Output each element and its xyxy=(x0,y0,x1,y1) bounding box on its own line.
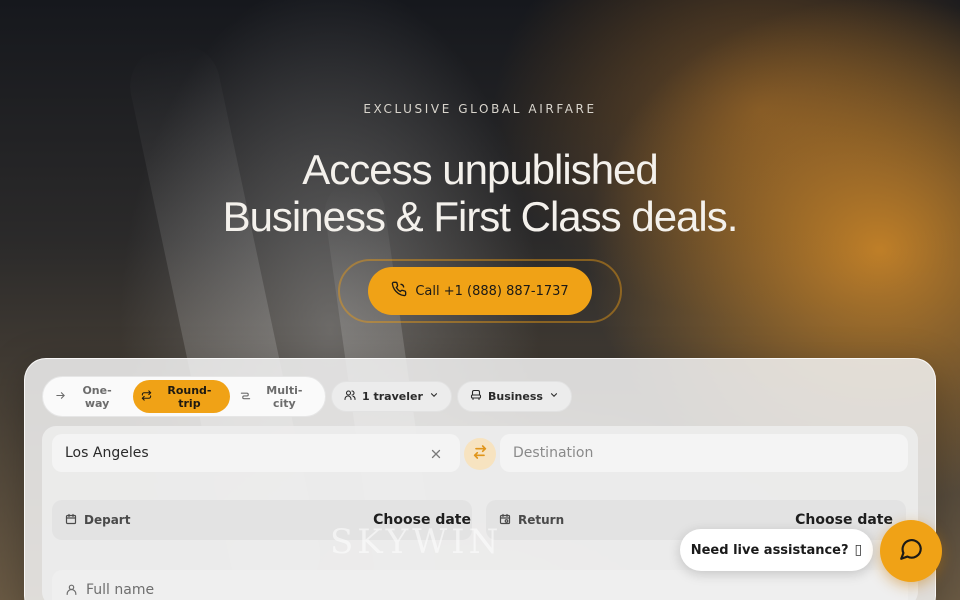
calendar-icon xyxy=(65,513,77,528)
live-assistance-bubble[interactable]: Need live assistance? ▯ xyxy=(680,529,873,571)
trip-type-round-trip[interactable]: Round-trip xyxy=(133,380,230,413)
chat-bubble-icon xyxy=(898,536,924,566)
dismiss-bubble-icon[interactable]: ▯ xyxy=(855,542,863,558)
chat-button[interactable] xyxy=(880,520,942,582)
live-assistance-label: Need live assistance? xyxy=(690,542,849,558)
origin-input[interactable] xyxy=(52,434,460,472)
travelers-label: 1 traveler xyxy=(362,390,423,403)
swap-route-button[interactable] xyxy=(464,438,496,470)
call-button[interactable]: Call +1 (888) 887-1737 xyxy=(368,267,592,315)
chevron-down-icon xyxy=(429,390,439,403)
headline-line-2: Business & First Class deals. xyxy=(222,193,739,240)
clear-origin-button[interactable] xyxy=(426,444,446,464)
cabin-class-dropdown[interactable]: Business xyxy=(457,381,572,412)
trip-type-label: Round-trip xyxy=(167,383,212,410)
trip-type-one-way[interactable]: One-way xyxy=(47,380,131,413)
swap-icon xyxy=(472,444,488,464)
full-name-field[interactable] xyxy=(52,570,908,600)
travelers-dropdown[interactable]: 1 traveler xyxy=(331,381,452,412)
trip-type-label: Multi-city xyxy=(266,383,303,410)
users-icon xyxy=(344,389,356,404)
route-icon xyxy=(240,390,251,404)
return-date-value: Choose date xyxy=(795,512,893,528)
return-label: Return xyxy=(518,513,565,527)
full-name-input[interactable] xyxy=(86,582,895,598)
cabin-class-label: Business xyxy=(488,390,543,403)
chevron-down-icon xyxy=(549,390,559,403)
close-icon xyxy=(430,445,442,464)
brand-watermark: SKYWIN xyxy=(330,522,503,562)
seat-icon xyxy=(470,389,482,404)
hero-eyebrow: EXCLUSIVE GLOBAL AIRFARE xyxy=(363,102,597,116)
phone-icon xyxy=(391,281,407,301)
call-button-label: Call +1 (888) 887-1737 xyxy=(415,283,569,299)
depart-label: Depart xyxy=(84,513,131,527)
headline-line-1: Access unpublished xyxy=(302,146,659,193)
trip-type-selector: One-way Round-trip Multi-city xyxy=(42,376,326,417)
hero-headline: Access unpublished Business & First Clas… xyxy=(0,146,960,240)
destination-input[interactable] xyxy=(500,434,908,472)
trip-type-label: One-way xyxy=(82,383,112,410)
user-icon xyxy=(65,581,78,600)
trip-type-multi-city[interactable]: Multi-city xyxy=(232,380,321,413)
arrow-right-icon xyxy=(55,390,66,404)
repeat-icon xyxy=(141,389,152,404)
